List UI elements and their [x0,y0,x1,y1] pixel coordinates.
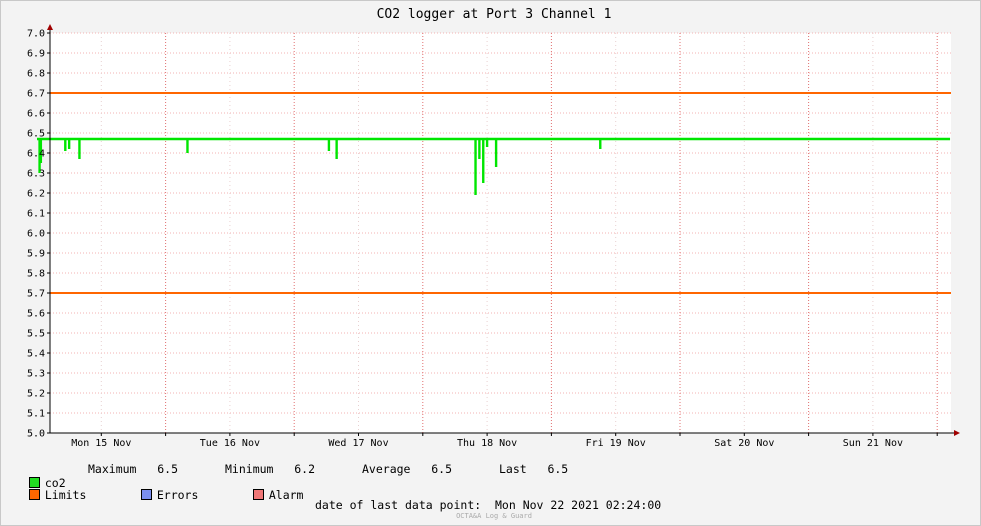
y-tick-labels: 5.0 5.1 5.2 5.3 5.4 5.5 5.6 5.7 5.8 5.9 6.0 6.1 6.2 6… [27,29,45,440]
legend-limits-label: Limits [44,488,87,502]
y-tick-label: 5.5 [27,329,45,340]
legend-alarm-label: Alarm [268,488,304,502]
y-tick-label: 6.7 [27,89,45,100]
x-tick-label: Sat 20 Nov [714,438,774,449]
chart-title: CO2 logger at Port 3 Channel 1 [377,7,612,22]
legend-last: Last 6.5 [499,462,569,476]
y-tick-label: 5.6 [27,309,45,320]
x-tick-label: Tue 16 Nov [200,438,260,449]
y-tick-label: 6.5 [27,129,45,140]
y-tick-label: 5.9 [27,249,45,260]
y-tick-label: 6.8 [27,69,45,80]
legend-alarm: Alarm [239,474,303,502]
y-tick-label: 6.3 [27,169,45,180]
y-tick-label: 6.4 [27,149,45,160]
legend-errors: Errors [127,474,198,502]
alarm-swatch [252,489,264,500]
y-tick-label: 6.6 [27,109,45,120]
legend-limits: Limits [15,474,86,502]
limits-swatch [28,489,40,500]
x-tick-label: Fri 19 Nov [586,438,646,449]
y-tick-label: 6.0 [27,229,45,240]
y-axis-arrow [47,24,53,30]
errors-swatch [140,489,152,500]
y-tick-label: 6.2 [27,189,45,200]
chart: CO2 logger at Port 3 Channel 1 5.0 5.1 5.2… [27,7,960,520]
x-tick-labels: Mon 15 Nov Tue 16 Nov Wed 17 Nov Thu 18 Nov… [71,438,903,449]
y-tick-label: 6.1 [27,209,45,220]
x-axis-arrow [954,430,960,436]
x-tick-label: Wed 17 Nov [328,438,388,449]
y-tick-label: 5.1 [27,409,45,420]
x-tick-label: Mon 15 Nov [71,438,131,449]
legend-average: Average 6.5 [362,462,453,476]
y-tick-label: 6.9 [27,49,45,60]
y-tick-label: 5.3 [27,369,45,380]
y-tick-label: 7.0 [27,29,45,40]
y-tick-label: 5.2 [27,389,45,400]
last-data-point: date of last data point: Mon Nov 22 2021… [315,498,662,512]
legend-errors-label: Errors [156,488,199,502]
footer-credit: OCTA&A Log & Guard [456,512,532,520]
x-tick-label: Thu 18 Nov [457,438,517,449]
y-tick-label: 5.7 [27,289,45,300]
x-tick-label: Sun 21 Nov [843,438,903,449]
y-tick-label: 5.4 [27,349,45,360]
y-tick-label: 5.0 [27,429,45,440]
y-tick-label: 5.8 [27,269,45,280]
